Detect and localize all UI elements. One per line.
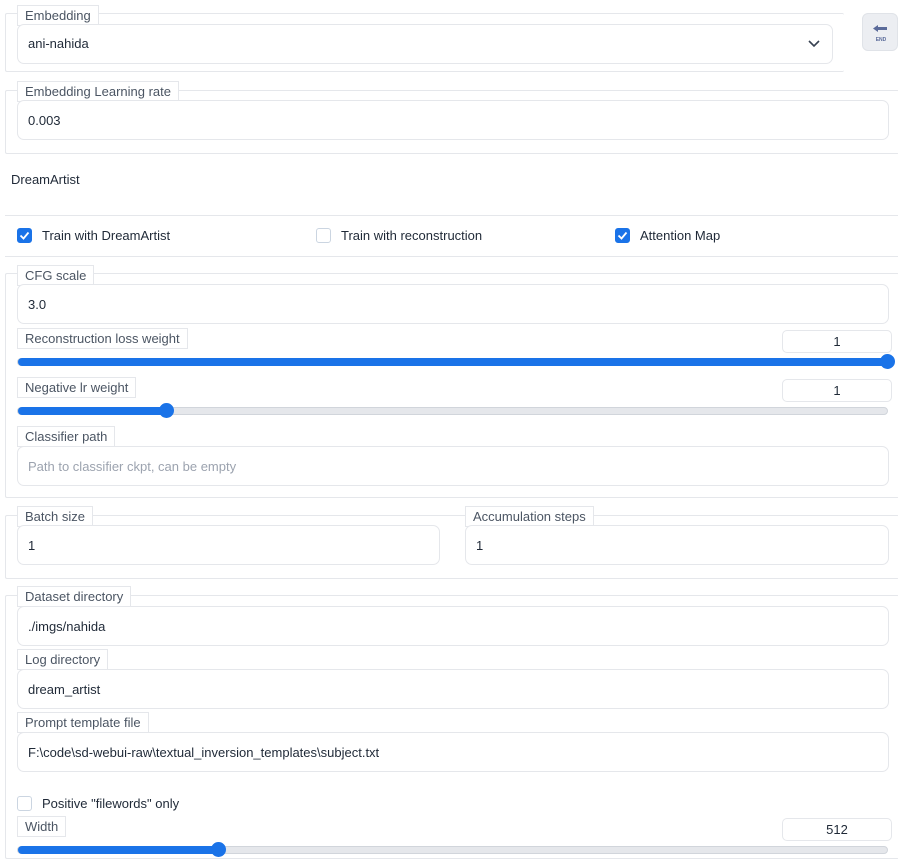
- checkbox-label: Attention Map: [640, 228, 721, 243]
- accum-steps-input[interactable]: [465, 525, 889, 565]
- cfg-scale-label: CFG scale: [17, 265, 95, 286]
- classifier-path-label: Classifier path: [17, 426, 116, 447]
- recon-loss-slider[interactable]: [17, 354, 895, 369]
- embedding-lr-label: Embedding Learning rate: [17, 81, 179, 102]
- prompt-template-input[interactable]: [17, 732, 889, 772]
- dataset-dir-label: Dataset directory: [17, 586, 132, 607]
- neg-lr-label: Negative lr weight: [17, 377, 137, 398]
- checkbox-label: Train with reconstruction: [341, 228, 483, 243]
- slider-thumb[interactable]: [210, 842, 226, 857]
- checkbox-box[interactable]: [17, 796, 32, 811]
- slider-fill: [18, 846, 218, 854]
- log-dir-label: Log directory: [17, 649, 109, 670]
- dataset-dir-input[interactable]: [17, 606, 889, 646]
- batch-size-label: Batch size: [17, 506, 93, 527]
- neg-lr-slider[interactable]: [17, 403, 888, 418]
- prompt-template-label: Prompt template file: [17, 712, 149, 733]
- embedding-dropdown[interactable]: ani-nahida: [17, 24, 833, 64]
- divider: [5, 215, 898, 216]
- slider-fill: [18, 358, 887, 366]
- neg-lr-number[interactable]: 1: [782, 379, 892, 402]
- checkbox-train-reconstruction[interactable]: Train with reconstruction: [316, 228, 482, 243]
- embedding-lr-input[interactable]: [17, 100, 889, 140]
- checkbox-train-dreamartist[interactable]: Train with DreamArtist: [17, 228, 170, 243]
- embedding-label: Embedding: [17, 5, 99, 26]
- cfg-scale-input[interactable]: [17, 284, 889, 324]
- width-number[interactable]: 512: [782, 818, 892, 841]
- embedding-value: ani-nahida: [28, 36, 89, 51]
- check-icon[interactable]: [615, 228, 630, 243]
- slider-thumb[interactable]: [158, 403, 174, 418]
- recon-loss-number[interactable]: 1: [782, 330, 892, 353]
- accum-steps-label: Accumulation steps: [465, 506, 594, 527]
- width-slider[interactable]: [17, 842, 888, 857]
- width-label: Width: [17, 816, 67, 837]
- batch-size-input[interactable]: [17, 525, 440, 565]
- chevron-down-icon: [808, 25, 820, 78]
- checkbox-label: Train with DreamArtist: [42, 228, 171, 243]
- recon-loss-label: Reconstruction loss weight: [17, 328, 188, 349]
- checkbox-attention-map[interactable]: Attention Map: [615, 228, 720, 243]
- check-icon[interactable]: [17, 228, 32, 243]
- slider-thumb[interactable]: [880, 354, 895, 369]
- svg-text:END: END: [876, 37, 887, 43]
- checkbox-box[interactable]: [316, 228, 331, 243]
- checkbox-positive-filewords[interactable]: Positive "filewords" only: [17, 796, 179, 811]
- slider-fill: [18, 407, 166, 415]
- section-title: DreamArtist: [11, 172, 80, 187]
- log-dir-input[interactable]: [17, 669, 889, 709]
- classifier-path-input[interactable]: [17, 446, 889, 486]
- end-back-icon[interactable]: END: [862, 13, 898, 51]
- divider: [5, 256, 898, 257]
- checkbox-label: Positive "filewords" only: [42, 796, 180, 811]
